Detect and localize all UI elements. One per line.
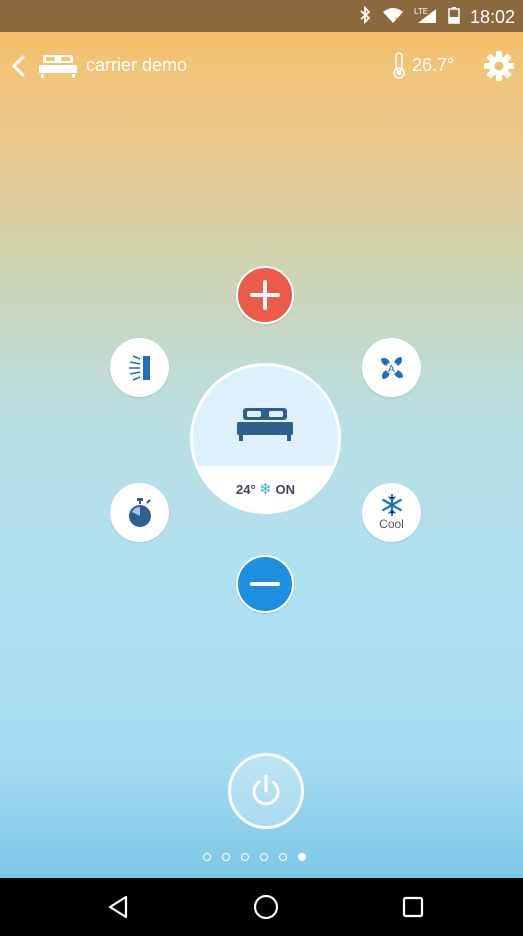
plus-icon [250,280,280,310]
bluetooth-icon [358,5,372,29]
ac-control-screen: x LTE 18:02 carrier demo 26.7° A 24° ❄ O… [0,0,523,936]
page-dot[interactable] [260,853,268,861]
bed-icon [235,406,295,442]
chevron-left-icon [11,55,25,77]
snowflake-icon [381,494,402,516]
set-temperature: 24° [236,482,256,497]
fan-auto-icon: A [380,356,403,379]
status-time: 18:02 [469,7,515,27]
page-dot[interactable] [241,853,249,861]
power-button[interactable] [228,753,304,829]
fan-speed-button[interactable]: A [362,338,421,397]
stopwatch-icon [128,497,151,527]
wifi-icon: x [382,6,404,29]
nav-back-button[interactable] [104,892,134,922]
room-temperature-value: 26.7° [412,54,455,75]
thermometer-icon [393,52,405,79]
swing-icon [128,354,150,381]
device-status-panel[interactable]: 24° ❄ ON [190,363,341,514]
bed-icon [38,53,78,79]
gear-icon [484,51,514,81]
page-dot[interactable] [222,853,230,861]
temperature-up-button[interactable] [236,266,294,324]
svg-text:x: x [395,15,399,24]
minus-icon [250,582,280,586]
timer-button[interactable] [110,483,169,542]
status-line: 24° ❄ ON [193,480,338,498]
circle-home-icon [253,894,279,920]
page-dot[interactable] [203,853,211,861]
power-icon [252,774,280,806]
swing-button[interactable] [110,338,169,397]
page-dot-active[interactable] [298,853,306,861]
settings-button[interactable] [482,49,516,83]
svg-text:LTE: LTE [414,7,428,16]
mode-button[interactable]: Cool [362,483,421,542]
mode-label: Cool [379,517,404,531]
temperature-down-button[interactable] [236,555,294,613]
top-bar: carrier demo 26.7° [0,40,523,96]
battery-icon [448,6,460,29]
nav-home-button[interactable] [251,892,281,922]
nav-recents-button[interactable] [398,892,428,922]
snowflake-icon: ❄ [259,481,272,498]
triangle-back-icon [108,895,128,919]
device-title: carrier demo [86,55,188,75]
square-recents-icon [402,896,424,918]
lte-signal-icon: LTE [414,6,438,29]
page-indicator [203,853,306,861]
room-temperature: 26.7° [390,50,454,80]
page-dot[interactable] [279,853,287,861]
status-bar: x LTE 18:02 [0,0,523,32]
back-button[interactable] [8,49,32,83]
power-state: ON [275,482,296,497]
system-nav-bar [0,878,523,936]
svg-text:A: A [388,364,395,375]
